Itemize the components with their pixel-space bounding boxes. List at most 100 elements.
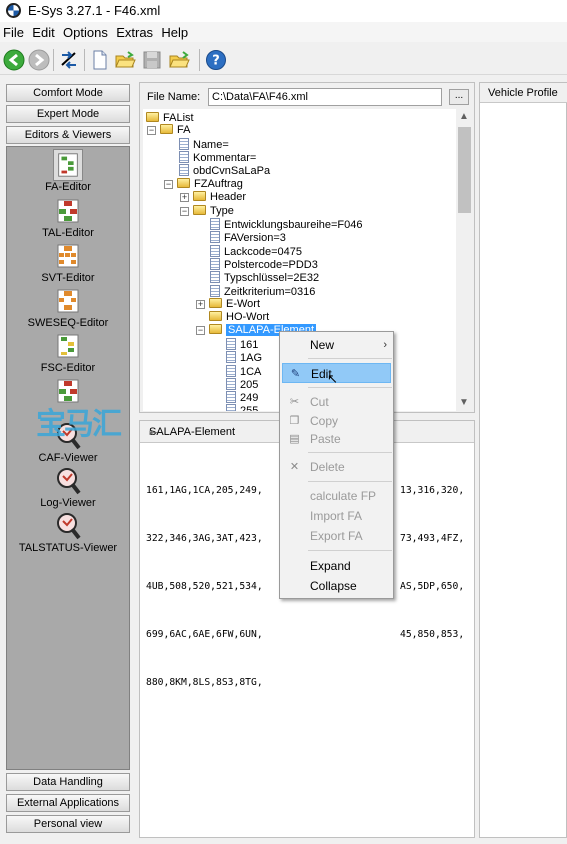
- submenu-arrow-icon: ›: [383, 339, 387, 351]
- menu-options[interactable]: Options: [60, 22, 110, 40]
- folder-icon: [193, 205, 206, 215]
- tree-node[interactable]: Typschlüssel=2E32: [210, 271, 319, 284]
- document-icon: [210, 258, 220, 270]
- copy-icon: ❐: [289, 415, 300, 427]
- menu-item-copy[interactable]: ❐ Copy: [282, 411, 391, 431]
- watermark-logo: 宝马汇: [36, 407, 122, 442]
- comfort-mode-button[interactable]: Comfort Mode: [6, 84, 130, 102]
- menu-item-paste[interactable]: ▤ Paste: [282, 429, 391, 449]
- salapa-line: 13,316,320,: [400, 485, 465, 496]
- tree-node[interactable]: Zeitkriterium=0316: [210, 285, 315, 298]
- menu-item-collapse[interactable]: Collapse: [282, 576, 391, 596]
- menu-item-new[interactable]: New ›: [282, 335, 391, 355]
- menu-item-edit[interactable]: ✎ Edit ↖: [282, 363, 391, 386]
- document-icon: [226, 378, 236, 390]
- tree-node[interactable]: Entwicklungsbaureihe=F046: [210, 218, 363, 231]
- bmw-logo-icon: [6, 3, 21, 18]
- menu-file[interactable]: File: [0, 22, 26, 40]
- collapse-toggle[interactable]: −: [196, 326, 205, 335]
- tree-node[interactable]: Header: [193, 191, 246, 204]
- expand-toggle[interactable]: +: [196, 300, 205, 309]
- folder-icon: [209, 311, 222, 321]
- tree-node[interactable]: 249: [226, 391, 258, 404]
- collapse-toggle[interactable]: −: [180, 207, 189, 216]
- menu-item-import-fa[interactable]: Import FA: [282, 506, 391, 526]
- menu-edit[interactable]: Edit: [29, 22, 56, 40]
- salapa-line: 880,8KM,8LS,8S3,8TG,: [146, 677, 263, 688]
- browse-button[interactable]: ...: [449, 89, 469, 105]
- expert-mode-button[interactable]: Expert Mode: [6, 105, 130, 123]
- document-icon: [179, 164, 189, 176]
- fa-editor-tool[interactable]: FA-Editor: [7, 149, 129, 193]
- sweseq-editor-icon: [57, 289, 79, 313]
- menu-extras[interactable]: Extras: [113, 22, 155, 40]
- tree-node[interactable]: 161: [226, 338, 258, 351]
- editors-viewers-button[interactable]: Editors & Viewers: [6, 126, 130, 144]
- tree-node[interactable]: Type: [193, 205, 234, 218]
- help-icon[interactable]: ?: [205, 49, 227, 71]
- tree-node[interactable]: 1CA: [226, 365, 261, 378]
- log-viewer-tool[interactable]: Log-Viewer: [7, 465, 129, 509]
- scroll-down-icon[interactable]: ▼: [459, 397, 469, 408]
- menu-item-delete[interactable]: ✕ Delete: [282, 457, 391, 477]
- tree-node[interactable]: FA: [160, 124, 190, 137]
- tree-node[interactable]: 205: [226, 378, 258, 391]
- paste-icon: ▤: [289, 433, 300, 445]
- tree-node[interactable]: FZAuftrag: [177, 178, 243, 191]
- salapa-list-right: 13,316,320, 73,493,4FZ, AS,5DP,650, 45,8…: [400, 451, 464, 675]
- tree-node[interactable]: 1AG: [226, 351, 262, 364]
- tree-node[interactable]: Kommentar=: [179, 151, 256, 164]
- salapa-line: AS,5DP,650,: [400, 581, 465, 592]
- expand-toggle[interactable]: +: [180, 193, 189, 202]
- save-disk-icon[interactable]: [141, 49, 163, 71]
- folder-icon: [209, 298, 222, 308]
- document-icon: [226, 338, 236, 350]
- tree-node[interactable]: FAVersion=3: [210, 231, 286, 244]
- tree-node[interactable]: obdCvnSaLaPa: [179, 164, 270, 177]
- document-icon: [210, 245, 220, 257]
- tree-node[interactable]: HO-Wort: [209, 311, 269, 324]
- file-name-field[interactable]: C:\Data\FA\F46.xml: [208, 88, 442, 106]
- tree-node[interactable]: Lackcode=0475: [210, 245, 302, 258]
- tree-node[interactable]: Name=: [179, 138, 229, 151]
- forward-arrow-icon[interactable]: [28, 49, 50, 71]
- pencil-icon: ✎: [290, 368, 301, 380]
- tree-scrollbar[interactable]: ▲ ▼: [456, 109, 473, 411]
- external-applications-button[interactable]: External Applications: [6, 794, 130, 812]
- vehicle-profile-title: Vehicle Profile: [480, 83, 567, 103]
- open-folder-icon[interactable]: [114, 49, 136, 71]
- fsc-editor-tool[interactable]: FSC-Editor: [7, 330, 129, 374]
- document-icon: [179, 138, 189, 150]
- menu-help[interactable]: Help: [158, 22, 190, 40]
- collapse-toggle[interactable]: −: [147, 126, 156, 135]
- tree-node[interactable]: E-Wort: [209, 298, 260, 311]
- document-icon: [210, 231, 220, 243]
- tree-node[interactable]: Polstercode=PDD3: [210, 258, 318, 271]
- back-arrow-icon[interactable]: [3, 49, 25, 71]
- magnifier-icon: [57, 468, 81, 495]
- menu-item-expand[interactable]: Expand: [282, 556, 391, 576]
- personal-view-button[interactable]: Personal view: [6, 815, 130, 833]
- folder-export-icon[interactable]: [168, 49, 190, 71]
- sweseq-editor-tool[interactable]: SWESEQ-Editor: [7, 285, 129, 329]
- folder-icon: [209, 324, 222, 334]
- tal-editor-tool[interactable]: TAL-Editor: [7, 195, 129, 239]
- menu-item-export-fa[interactable]: Export FA: [282, 526, 391, 546]
- scroll-thumb[interactable]: [458, 127, 471, 213]
- tal-editor-label: TAL-Editor: [42, 227, 94, 239]
- delete-x-icon: ✕: [289, 461, 300, 473]
- menu-item-cut[interactable]: ✂ Cut: [282, 392, 391, 412]
- menu-item-calculate-fp[interactable]: calculate FP: [282, 486, 391, 506]
- connect-icon[interactable]: [58, 49, 80, 71]
- svt-editor-tool[interactable]: SVT-Editor: [7, 240, 129, 284]
- talstatus-viewer-tool[interactable]: TALSTATUS-Viewer: [7, 510, 129, 554]
- collapse-toggle[interactable]: −: [164, 180, 173, 189]
- document-icon: [226, 391, 236, 403]
- toolbar: ?: [0, 45, 567, 75]
- folder-icon: [193, 191, 206, 201]
- new-file-icon[interactable]: [89, 49, 111, 71]
- tree-node[interactable]: 255: [226, 404, 258, 411]
- scroll-up-icon[interactable]: ▲: [459, 111, 469, 122]
- data-handling-button[interactable]: Data Handling: [6, 773, 130, 791]
- fsc-editor-icon: [57, 334, 79, 358]
